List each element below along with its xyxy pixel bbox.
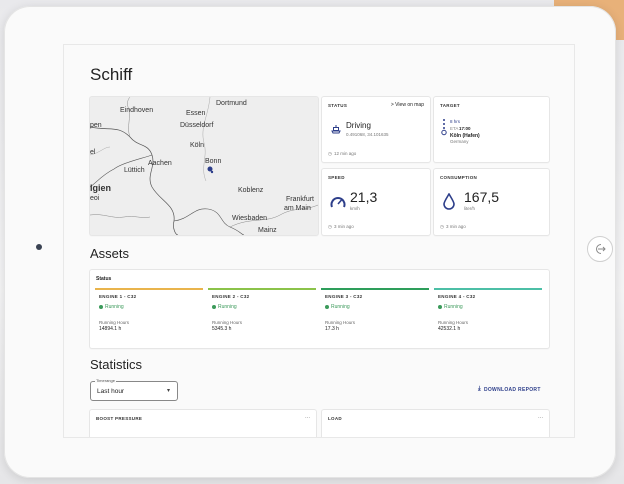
map-label: Lüttich — [124, 167, 145, 174]
ship-icon — [331, 125, 341, 134]
clock-icon: ◷ — [328, 224, 332, 229]
map-label: Düsseldorf — [180, 122, 214, 129]
running-hours-label: Running Hours — [212, 320, 243, 325]
engine-name: ENGINE 3 - C32 — [325, 294, 363, 299]
drop-icon — [443, 193, 455, 210]
speed-unit: km/h — [350, 206, 360, 211]
running-hours-label: Running Hours — [99, 320, 130, 325]
assets-heading: Assets — [90, 246, 130, 261]
running-indicator — [212, 305, 216, 309]
map-label: am Main — [284, 205, 311, 212]
map-view[interactable]: Eindhoven Dortmund Essen pen Düsseldorf … — [90, 97, 318, 235]
route-icon — [441, 119, 447, 136]
map-label: lgien — [90, 183, 112, 193]
map-label: Eindhoven — [120, 107, 154, 114]
target-eta-time: 17:00 — [459, 126, 471, 131]
map-label: Koblenz — [238, 187, 264, 194]
map-label: pen — [90, 122, 102, 129]
running-hours-label: Running Hours — [438, 320, 469, 325]
boost-pressure-card: BOOST PRESSURE ··· — [90, 410, 316, 437]
engine-name: ENGINE 1 - C32 — [99, 294, 137, 299]
statistics-heading: Statistics — [90, 357, 143, 372]
running-hours-value: 42532.1 h — [438, 326, 461, 332]
map-borders — [90, 97, 318, 235]
engine-name: ENGINE 2 - C32 — [212, 294, 250, 299]
clock-icon: ◷ — [440, 224, 444, 229]
camera-dot — [36, 244, 42, 250]
running-hours-value: 5345.3 h — [212, 326, 232, 332]
home-button[interactable] — [587, 236, 613, 262]
view-on-map-link[interactable]: > View on map — [391, 102, 424, 108]
assets-card: Status ENGINE 1 - C32 Running Running Ho… — [90, 270, 549, 348]
map-label: Frankfurt — [286, 196, 315, 203]
status-state: Driving — [346, 121, 371, 130]
consumption-updated: 3 min ago — [446, 224, 466, 229]
download-icon: ⤓ — [478, 386, 481, 392]
engine-card[interactable]: ENGINE 1 - C32 Running Running Hours 148… — [95, 288, 203, 344]
speed-updated: 3 min ago — [334, 224, 354, 229]
map-label: Aachen — [148, 160, 172, 167]
timerange-select[interactable]: Timerange Last hour ▾ — [90, 378, 178, 401]
status-card: STATUS > View on map Driving 0.491068, 3… — [322, 97, 430, 162]
map-label: Essen — [186, 110, 206, 117]
running-hours-value: 14894.1 h — [99, 326, 122, 332]
clock-icon: ◷ — [328, 151, 332, 156]
status-updated: 12 min ago — [334, 151, 357, 156]
target-label: TARGET — [440, 103, 460, 108]
download-report-button[interactable]: ⤓ DOWNLOAD REPORT — [478, 386, 541, 393]
timerange-label: Timerange — [95, 378, 116, 383]
engine-state: Running — [218, 304, 237, 310]
running-indicator — [438, 305, 442, 309]
speed-card: SPEED 21,3 km/h ◷ 3 min ago — [322, 169, 430, 235]
running-hours-label: Running Hours — [325, 320, 356, 325]
running-indicator — [99, 305, 103, 309]
running-hours-value: 17.3 h — [325, 326, 339, 332]
speedometer-icon — [330, 197, 346, 208]
engine-card[interactable]: ENGINE 4 - C32 Running Running Hours 425… — [434, 288, 542, 344]
speed-label: SPEED — [328, 175, 345, 180]
load-label: LOAD — [328, 416, 342, 421]
engine-state: Running — [331, 304, 350, 310]
engine-card[interactable]: ENGINE 2 - C32 Running Running Hours 534… — [208, 288, 316, 344]
status-label: STATUS — [328, 103, 348, 108]
running-indicator — [325, 305, 329, 309]
timerange-value: Last hour — [97, 388, 125, 395]
more-menu-icon[interactable]: ··· — [538, 415, 543, 421]
engine-state: Running — [105, 304, 124, 310]
chevron-down-icon: ▾ — [166, 388, 170, 394]
boost-pressure-label: BOOST PRESSURE — [96, 416, 143, 421]
page-title: Schiff — [90, 65, 133, 84]
map-label: Mainz — [258, 227, 277, 234]
engine-state: Running — [444, 304, 463, 310]
target-country: Germany — [450, 139, 469, 144]
consumption-value: 167,5 — [464, 189, 500, 205]
download-report-label: DOWNLOAD REPORT — [483, 386, 541, 393]
load-card: LOAD ··· — [322, 410, 549, 437]
consumption-label: CONSUMPTION — [440, 175, 478, 180]
map-label: Wiesbaden — [232, 215, 268, 222]
target-card: TARGET 8 hrs ETA 17:00 Köln (Hafen) Germ… — [434, 97, 549, 162]
consumption-unit: liter/h — [464, 206, 476, 211]
logout-icon — [596, 244, 606, 254]
map-label: eoi — [90, 195, 100, 202]
target-distance: 8 hrs — [450, 119, 461, 124]
speed-value: 21,3 — [350, 189, 378, 205]
assets-status-label: Status — [96, 276, 112, 282]
map-label: Dortmund — [216, 100, 247, 107]
map-label: el — [90, 149, 96, 156]
more-menu-icon[interactable]: ··· — [305, 415, 310, 421]
app-screen: Schiff Eindhoven Dortmund Essen pen Düss… — [63, 44, 575, 438]
consumption-card: CONSUMPTION 167,5 liter/h ◷ 3 min ago — [434, 169, 549, 235]
status-coords: 0.491068, 34.101635 — [346, 132, 389, 137]
target-eta-label: ETA — [450, 126, 459, 131]
engine-card[interactable]: ENGINE 3 - C32 Running Running Hours 17.… — [321, 288, 429, 344]
map-label: Köln — [190, 142, 205, 149]
engine-name: ENGINE 4 - C32 — [438, 294, 476, 299]
map-label: Bonn — [205, 158, 222, 165]
